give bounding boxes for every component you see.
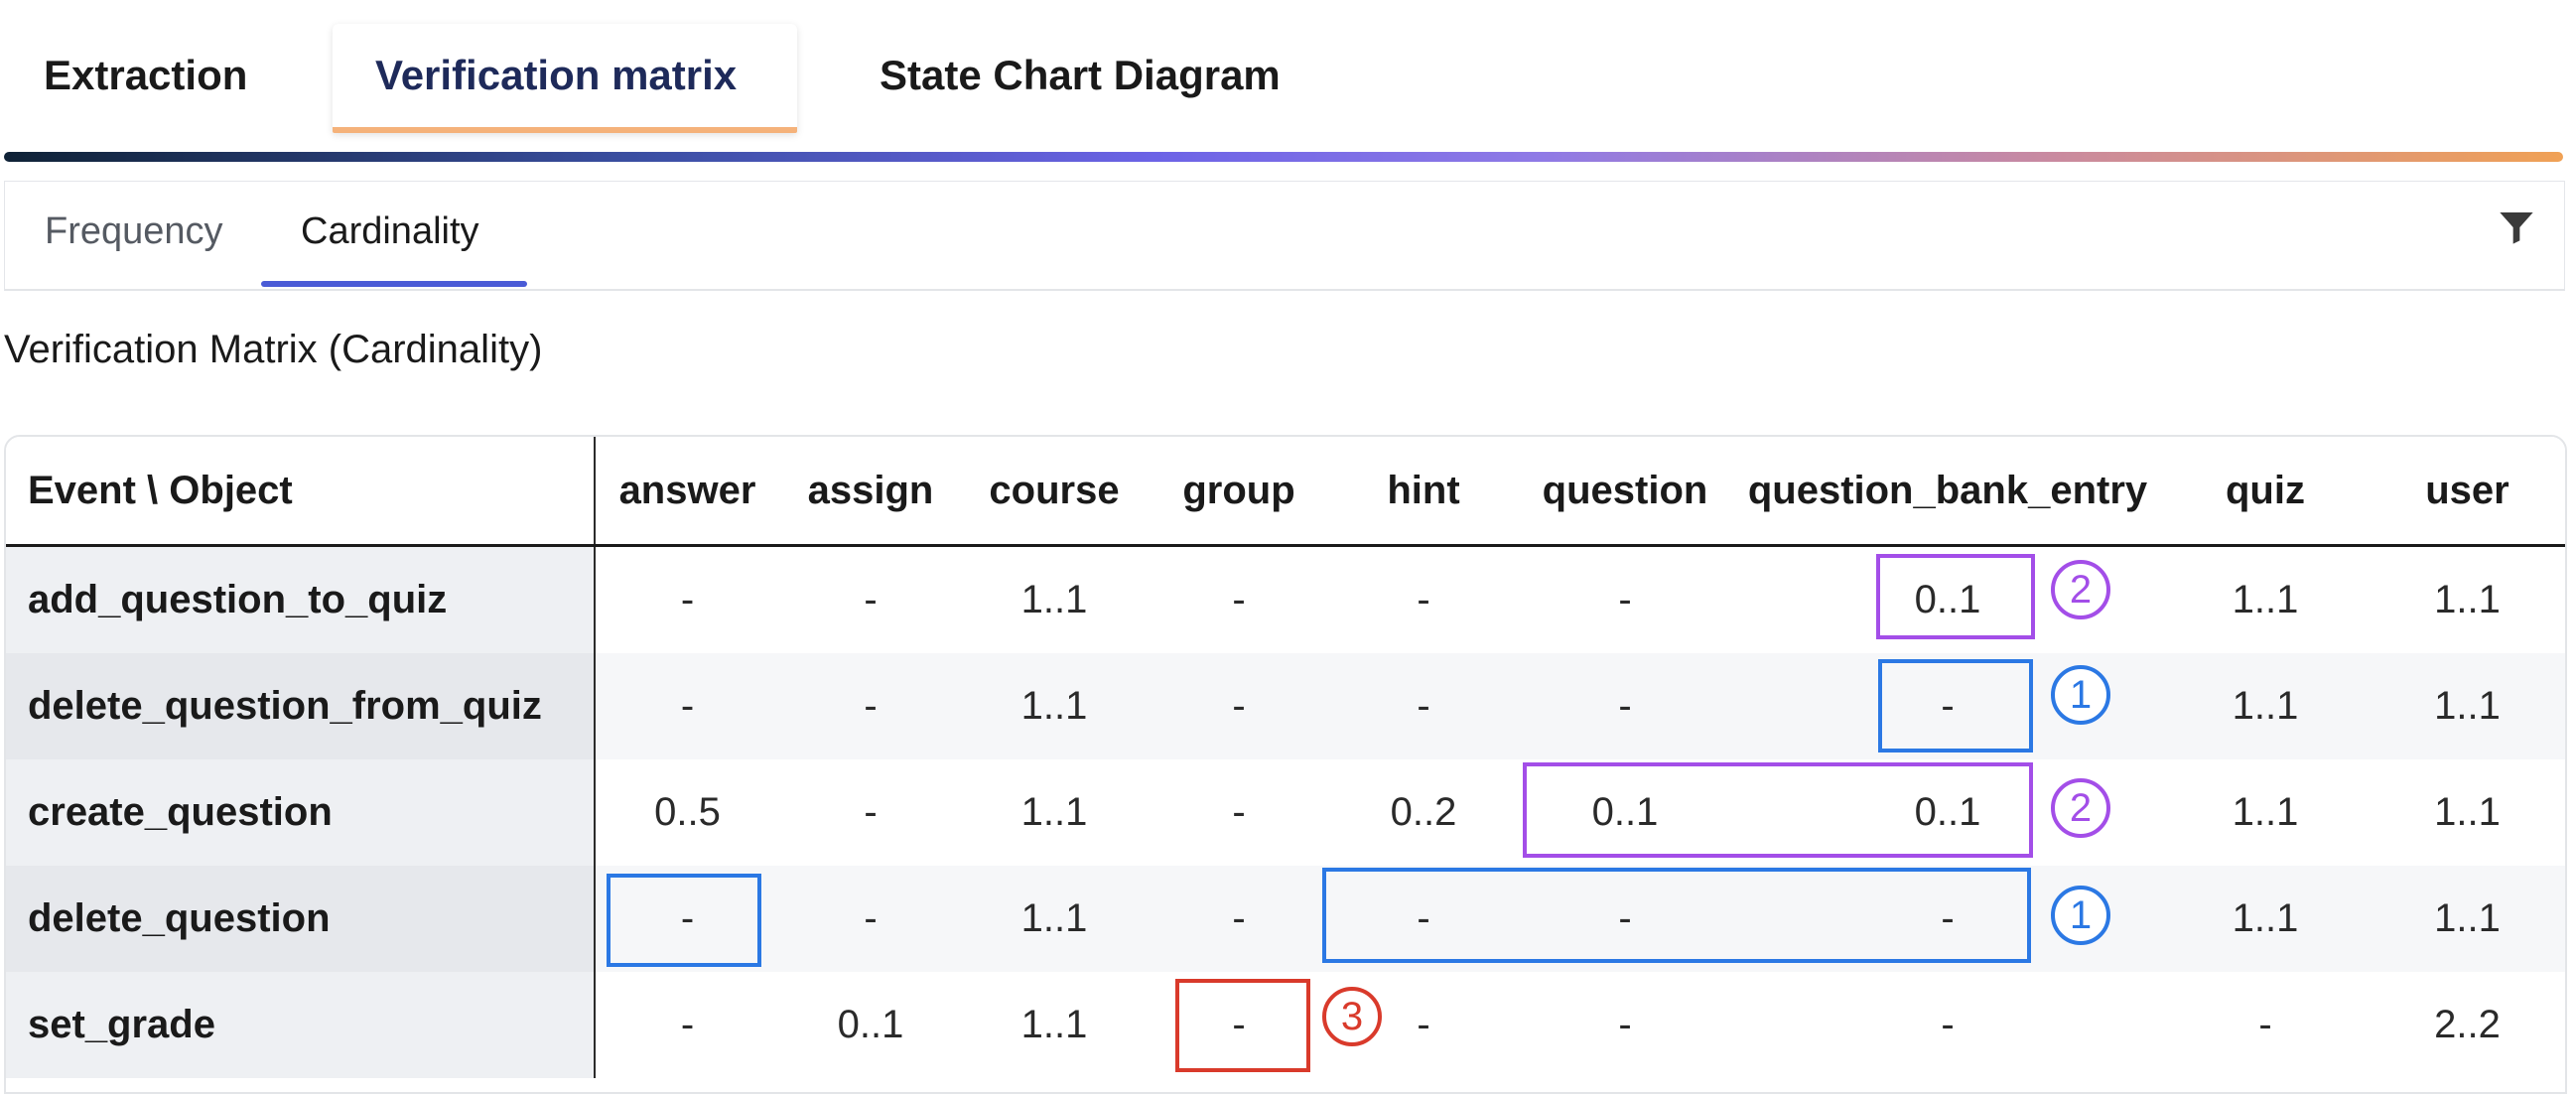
annotation-badge-1: 1 <box>2051 665 2110 725</box>
table-cell: 1..1 <box>2370 653 2565 759</box>
column-header: hint <box>1331 437 1516 547</box>
tab-frequency[interactable]: Frequency <box>45 202 223 261</box>
table-cell: 0..2 <box>1390 790 1457 834</box>
annotation-badge-2: 2 <box>2051 778 2110 838</box>
column-header: quiz <box>2161 437 2370 547</box>
table-row: set_grade - 0..1 1..1 - - - - - 2..2 <box>6 972 2565 1078</box>
tab-cardinality[interactable]: Cardinality <box>301 202 479 261</box>
tab-state-chart-diagram[interactable]: State Chart Diagram <box>880 28 1281 127</box>
table-row: delete_question_from_quiz - - 1..1 - - -… <box>6 653 2565 759</box>
table-cell: 1..1 <box>2161 653 2370 759</box>
table-row: create_question 0..5 - 1..1 - 0..2 0..1 … <box>6 759 2565 866</box>
table-cell: - <box>1232 790 1246 834</box>
table-cell: 1..1 <box>2161 866 2370 972</box>
table-cell: 0..1 <box>837 1003 904 1046</box>
column-header: question <box>1516 437 1734 547</box>
table-cell: - <box>2258 1003 2272 1046</box>
table-header-row: Event \ Object answer assign course grou… <box>6 437 2565 547</box>
column-header: course <box>962 437 1147 547</box>
table-cell: - <box>864 790 878 834</box>
table-cell: - <box>595 866 779 972</box>
annotation-badge-1: 1 <box>2051 886 2110 945</box>
verification-matrix-table: Event \ Object answer assign course grou… <box>4 435 2567 1094</box>
column-header: question_bank_entry <box>1734 437 2161 547</box>
tab-verification-matrix[interactable]: Verification matrix <box>375 28 737 127</box>
table-cell: - <box>680 1003 695 1046</box>
table-cell: 0..1 <box>1591 790 1659 834</box>
table-cell: 1..1 <box>962 653 1147 759</box>
table-cell: 2..2 <box>2434 1003 2501 1046</box>
tab-extraction[interactable]: Extraction <box>44 28 247 127</box>
annotation-badge-2: 2 <box>2051 560 2110 619</box>
table-cell: - <box>864 578 878 621</box>
table-cell: 1..1 <box>1020 578 1088 621</box>
column-header: user <box>2370 437 2565 547</box>
table-row: add_question_to_quiz - - 1..1 - - - 0..1… <box>6 545 2565 653</box>
row-event-label: delete_question <box>6 866 596 972</box>
table-cell: 1..1 <box>2232 790 2299 834</box>
table-cell: 1..1 <box>2434 790 2501 834</box>
table-cell: 1..1 <box>2370 866 2565 972</box>
annotation-badge-3: 3 <box>1322 987 1382 1046</box>
table-cell: - <box>1147 653 1331 759</box>
column-header: answer <box>595 437 779 547</box>
top-tab-bar: Extraction Verification matrix State Cha… <box>0 0 2576 159</box>
table-cell: - <box>779 653 962 759</box>
column-header: assign <box>779 437 962 547</box>
table-cell: - <box>779 866 962 972</box>
table-cell: 1..1 <box>2434 578 2501 621</box>
table-cell: - <box>1331 866 1516 972</box>
table-row: delete_question - - 1..1 - - - - 1..1 1.… <box>6 866 2565 972</box>
table-cell: - <box>1516 653 1734 759</box>
row-event-label: set_grade <box>6 972 596 1078</box>
table-cell: 1..1 <box>1020 790 1088 834</box>
table-cell: - <box>1417 578 1430 621</box>
table-cell: - <box>1232 1003 1246 1046</box>
row-event-label: add_question_to_quiz <box>6 545 596 653</box>
column-header: group <box>1147 437 1331 547</box>
table-cell: - <box>1618 1003 1632 1046</box>
table-cell: 1..1 <box>962 866 1147 972</box>
table-cell: - <box>680 578 695 621</box>
table-cell: - <box>1331 653 1516 759</box>
table-cell: 1..1 <box>2232 578 2299 621</box>
active-subtab-underline <box>261 281 527 287</box>
tab-gradient-divider <box>4 152 2563 162</box>
table-cell: - <box>1232 578 1246 621</box>
table-cell: 0..5 <box>654 790 721 834</box>
table-cell: - <box>1147 866 1331 972</box>
table-cell: - <box>1941 1003 1955 1046</box>
row-event-label: create_question <box>6 759 596 866</box>
table-cell: 1..1 <box>1020 1003 1088 1046</box>
sub-tab-bar: Frequency Cardinality <box>4 181 2565 291</box>
table-cell: - <box>1516 866 1734 972</box>
corner-header: Event \ Object <box>6 437 596 547</box>
table-cell: - <box>1618 578 1632 621</box>
matrix-title: Verification Matrix (Cardinality) <box>4 328 543 371</box>
filter-icon[interactable] <box>2497 207 2536 247</box>
table-cell: - <box>595 653 779 759</box>
row-event-label: delete_question_from_quiz <box>6 653 596 759</box>
